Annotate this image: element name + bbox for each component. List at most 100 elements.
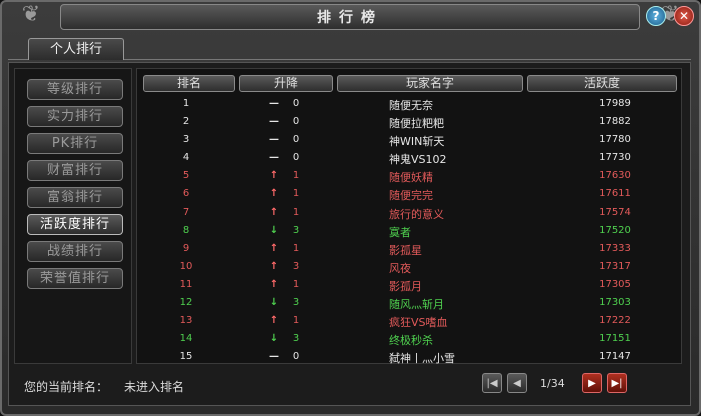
sidebar-item-2[interactable]: PK排行 [27, 133, 123, 154]
table-row[interactable]: 4 — 0 神鬼VS102 17730 [137, 149, 683, 167]
change-arrow-icon: ↑ [269, 188, 279, 200]
sidebar-item-3[interactable]: 财富排行 [27, 160, 123, 181]
rank-cell: 6 [182, 188, 190, 200]
next-page-button[interactable]: ▶ [582, 373, 602, 393]
table-row[interactable]: 14 ↓ 3 终极秒杀 17151 [137, 330, 683, 348]
change-arrow-icon: ↑ [269, 206, 279, 218]
player-name-cell: 风夜 [389, 261, 411, 275]
sidebar-item-1[interactable]: 实力排行 [27, 106, 123, 127]
player-name-cell: 随便完完 [389, 189, 433, 203]
sidebar-item-4[interactable]: 富翁排行 [27, 187, 123, 208]
change-arrow-icon: ↓ [269, 297, 279, 309]
change-arrow-icon: ↑ [269, 278, 279, 290]
change-arrow-icon: ↑ [269, 170, 279, 182]
change-arrow-icon: ↑ [269, 242, 279, 254]
next-page-icon: ▶ [588, 377, 596, 389]
table-row[interactable]: 1 — 0 随便无奈 17989 [137, 95, 683, 113]
rank-cell: 2 [182, 116, 190, 128]
rank-cell: 5 [182, 170, 190, 182]
activity-score-cell: 17147 [599, 351, 631, 363]
change-value: 0 [292, 116, 300, 128]
player-name-cell: 随便妖精 [389, 171, 433, 185]
close-icon: ✕ [678, 9, 690, 23]
header-change[interactable]: 升降 [239, 75, 333, 92]
header-player-name[interactable]: 玩家名字 [337, 75, 523, 92]
prev-page-button[interactable]: ◀ [507, 373, 527, 393]
player-name-cell: 影孤月 [389, 279, 422, 293]
activity-score-cell: 17317 [599, 260, 631, 272]
change-value: 3 [292, 333, 300, 345]
change-value: 3 [292, 224, 300, 236]
table-row[interactable]: 6 ↑ 1 随便完完 17611 [137, 185, 683, 203]
rank-cell: 10 [179, 260, 193, 272]
tab-personal-ranking[interactable]: 个人排行 [28, 38, 124, 60]
change-arrow-icon: — [269, 116, 279, 128]
change-arrow-icon: ↓ [269, 224, 279, 236]
change-arrow-icon: ↑ [269, 260, 279, 272]
change-value: 0 [292, 351, 300, 363]
table-row[interactable]: 15 — 0 弑神丨灬小雪 17147 [137, 348, 683, 366]
activity-score-cell: 17780 [599, 134, 631, 146]
table-row[interactable]: 9 ↑ 1 影孤星 17333 [137, 240, 683, 258]
change-arrow-icon: ↑ [269, 315, 279, 327]
header-activity[interactable]: 活跃度 [527, 75, 677, 92]
rank-cell: 8 [182, 224, 190, 236]
wing-ornament-left-icon: ❦ [21, 2, 41, 27]
change-value: 1 [292, 170, 300, 182]
last-page-button[interactable]: ▶| [607, 373, 627, 393]
sidebar-item-7[interactable]: 荣誉值排行 [27, 268, 123, 289]
table-row[interactable]: 8 ↓ 3 寞者 17520 [137, 222, 683, 240]
first-page-button[interactable]: |◀ [482, 373, 502, 393]
activity-score-cell: 17574 [599, 206, 631, 218]
rank-cell: 9 [182, 242, 190, 254]
table-row[interactable]: 10 ↑ 3 风夜 17317 [137, 258, 683, 276]
current-rank-value: 未进入排名 [124, 380, 185, 394]
table-row[interactable]: 5 ↑ 1 随便妖精 17630 [137, 167, 683, 185]
player-name-cell: 神鬼VS102 [389, 153, 447, 167]
last-page-icon: ▶| [611, 377, 623, 389]
sidebar-item-0[interactable]: 等级排行 [27, 79, 123, 100]
activity-score-cell: 17222 [599, 315, 631, 327]
table-row[interactable]: 2 — 0 随便拉粑粑 17882 [137, 113, 683, 131]
activity-score-cell: 17151 [599, 333, 631, 345]
player-name-cell: 随风灬斩月 [389, 298, 444, 312]
prev-page-icon: ◀ [513, 377, 521, 389]
change-value: 0 [292, 134, 300, 146]
sidebar-item-6[interactable]: 战绩排行 [27, 241, 123, 262]
current-rank-label: 您的当前排名： [24, 380, 109, 394]
rank-cell: 12 [179, 297, 193, 309]
change-value: 1 [292, 242, 300, 254]
change-value: 0 [292, 98, 300, 109]
question-icon: ? [652, 9, 660, 23]
player-name-cell: 弑神丨灬小雪 [389, 352, 455, 366]
player-name-cell: 随便拉粑粑 [389, 117, 444, 131]
tab-bar: 个人排行 [8, 34, 691, 60]
help-button[interactable]: ? [646, 6, 666, 26]
window-title: 排行榜 [317, 10, 383, 26]
change-value: 1 [292, 206, 300, 218]
header-rank[interactable]: 排名 [143, 75, 235, 92]
activity-score-cell: 17520 [599, 224, 631, 236]
activity-score-cell: 17989 [599, 98, 631, 109]
change-value: 1 [292, 315, 300, 327]
player-name-cell: 旅行的意义 [389, 207, 444, 221]
sidebar-item-5[interactable]: 活跃度排行 [27, 214, 123, 235]
table-row[interactable]: 13 ↑ 1 疯狂VS嗜血 17222 [137, 312, 683, 330]
first-page-icon: |◀ [486, 377, 498, 389]
change-arrow-icon: — [269, 134, 279, 146]
close-button[interactable]: ✕ [674, 6, 694, 26]
activity-score-cell: 17303 [599, 297, 631, 309]
player-name-cell: 神WIN斩天 [389, 135, 445, 149]
rank-cell: 4 [182, 152, 190, 164]
change-value: 3 [292, 297, 300, 309]
rank-cell: 14 [179, 333, 193, 345]
table-row[interactable]: 3 — 0 神WIN斩天 17780 [137, 131, 683, 149]
activity-score-cell: 17882 [599, 116, 631, 128]
activity-score-cell: 17630 [599, 170, 631, 182]
table-row[interactable]: 12 ↓ 3 随风灬斩月 17303 [137, 294, 683, 312]
title-bar: 排行榜 [60, 4, 640, 30]
table-rows: 1 — 0 随便无奈 17989 2 — 0 随便拉粑粑 17882 3 — 0 神WIN斩天 17780 4… [137, 95, 683, 366]
table-row[interactable]: 11 ↑ 1 影孤月 17305 [137, 276, 683, 294]
table-row[interactable]: 7 ↑ 1 旅行的意义 17574 [137, 204, 683, 222]
rank-cell: 13 [179, 315, 193, 327]
